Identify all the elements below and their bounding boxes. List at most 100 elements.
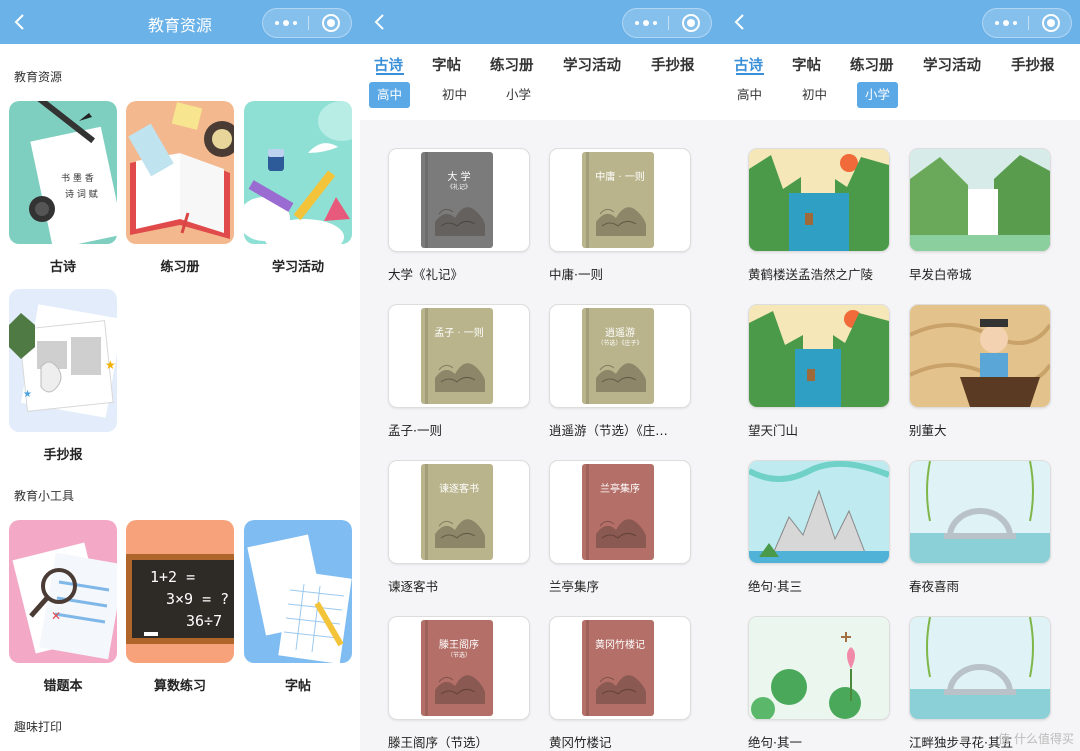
poem-card[interactable]: 黄冈竹楼记: [549, 616, 691, 720]
mini-program-capsule: [622, 8, 712, 38]
arithmetic-illustration: 1+2 = 3×9 = ? 36÷7: [126, 520, 234, 663]
poem-card[interactable]: [909, 148, 1051, 252]
tab-learning-activities[interactable]: 学习活动: [563, 54, 621, 75]
mistake-notebook-illustration: ✕: [9, 520, 117, 663]
poem-illustration: [749, 617, 889, 719]
book-title: 中庸 · 一则: [595, 172, 645, 183]
tab-ancient-poems[interactable]: 古诗: [734, 54, 763, 75]
more-menu-button[interactable]: [623, 9, 668, 37]
poem-card[interactable]: 孟子 · 一则: [388, 304, 530, 408]
book-cover: 兰亭集序: [582, 464, 654, 560]
book-title: 逍遥游: [605, 328, 635, 339]
back-button[interactable]: [372, 12, 388, 32]
poem-card[interactable]: [748, 148, 890, 252]
back-button[interactable]: [732, 12, 748, 32]
poem-illustration: 书 墨 香 诗 词 赋: [9, 101, 117, 244]
book-title: 兰亭集序: [600, 484, 640, 495]
math-line-3: 36÷7: [186, 612, 222, 630]
subtab-high-school[interactable]: 高中: [729, 82, 770, 108]
poem-illustration: [749, 305, 889, 407]
tile-label: 算数练习: [153, 679, 206, 694]
poem-card-label: 兰亭集序: [549, 579, 600, 594]
math-line-2: 3×9 = ?: [166, 590, 229, 608]
tab-copybook[interactable]: 字帖: [792, 54, 821, 75]
panel-education-home: 教育资源 教育资源 书 墨 香 诗 词 赋 古诗 练习册 学习活动 ★ ★ 手抄…: [0, 0, 360, 751]
tab-learning-activities[interactable]: 学习活动: [923, 54, 981, 75]
chevron-left-icon: [734, 14, 744, 30]
mini-program-capsule: [982, 8, 1072, 38]
subtab-primary-school[interactable]: 小学: [857, 82, 899, 108]
poem-card[interactable]: 大 学《礼记》: [388, 148, 530, 252]
navbar: [360, 0, 720, 44]
poem-card[interactable]: 中庸 · 一则: [549, 148, 691, 252]
more-menu-button[interactable]: [983, 9, 1028, 37]
tile-workbook[interactable]: 练习册: [126, 101, 234, 276]
poem-card[interactable]: [909, 616, 1051, 720]
more-menu-button[interactable]: [263, 9, 308, 37]
close-target-icon[interactable]: [682, 14, 700, 32]
category-tabs: 古诗 字帖 练习册 学习活动 手抄报 高中 初中 小学: [720, 44, 1080, 120]
book-title: 滕王阁序: [439, 640, 479, 651]
tile-mistake-notebook[interactable]: ✕ 错题本: [9, 520, 117, 695]
subtab-middle-school[interactable]: 初中: [794, 82, 835, 108]
tile-copybook[interactable]: 字帖: [244, 520, 352, 695]
poem-illustration: [910, 149, 1050, 251]
tile-arithmetic-practice[interactable]: 1+2 = 3×9 = ? 36÷7 算数练习: [126, 520, 234, 695]
navbar: [720, 0, 1080, 44]
copybook-illustration: [244, 520, 352, 663]
tab-handwritten-newspaper[interactable]: 手抄报: [1011, 54, 1055, 75]
close-target-icon[interactable]: [322, 14, 340, 32]
newspaper-illustration: ★ ★: [9, 289, 117, 432]
poem-card[interactable]: 逍遥游 （节选）《庄子》: [549, 304, 691, 408]
book-cover: 逍遥游 （节选）《庄子》: [582, 308, 654, 404]
subtab-high-school[interactable]: 高中: [369, 82, 411, 108]
poem-illustration: [910, 617, 1050, 719]
subtab-middle-school[interactable]: 初中: [434, 82, 475, 108]
tile-label: 学习活动: [271, 260, 324, 275]
tile-ancient-poems[interactable]: 书 墨 香 诗 词 赋 古诗: [9, 101, 117, 276]
tile-learning-activities[interactable]: 学习活动: [244, 101, 352, 276]
poem-card-label: 谏逐客书: [388, 579, 439, 594]
tab-ancient-poems[interactable]: 古诗: [374, 54, 403, 75]
poem-card[interactable]: [748, 304, 890, 408]
subtab-primary-school[interactable]: 小学: [498, 82, 539, 108]
close-target-icon[interactable]: [1042, 14, 1060, 32]
math-line-1: 1+2 =: [150, 568, 195, 586]
section-title-tools: 教育小工具: [14, 489, 75, 503]
more-dots-icon: [274, 21, 279, 25]
poem-card[interactable]: 兰亭集序: [549, 460, 691, 564]
book-cover: 黄冈竹楼记: [582, 620, 654, 716]
poem-card-label: 别董大: [909, 423, 947, 438]
poem-card[interactable]: [748, 616, 890, 720]
tab-workbook[interactable]: 练习册: [850, 54, 894, 75]
svg-text:★: ★: [23, 389, 32, 400]
book-subtitle: 《礼记》: [446, 184, 471, 191]
panel-poems-primary-school: 古诗 字帖 练习册 学习活动 手抄报 高中 初中 小学 黄鹤楼送孟浩然之广陵 早发…: [720, 0, 1080, 751]
tile-label: 古诗: [49, 260, 76, 275]
activities-illustration: [244, 101, 352, 244]
poem-card-label: 孟子·一则: [388, 423, 442, 438]
book-cover: 大 学《礼记》: [421, 152, 493, 248]
tile-label: 练习册: [160, 260, 200, 275]
tile-label: 字帖: [284, 679, 311, 694]
watermark: 值 什么值得买: [998, 732, 1074, 746]
tab-copybook[interactable]: 字帖: [432, 54, 461, 75]
poem-illustration: [749, 461, 889, 563]
svg-text:★: ★: [105, 358, 116, 372]
tab-workbook[interactable]: 练习册: [490, 54, 534, 75]
tile-label: 错题本: [43, 679, 83, 694]
poem-card[interactable]: 谏逐客书: [388, 460, 530, 564]
tab-handwritten-newspaper[interactable]: 手抄报: [651, 54, 695, 75]
poem-card[interactable]: [909, 460, 1051, 564]
book-title: 大 学: [447, 172, 471, 183]
active-tab-indicator: [736, 73, 764, 75]
tile-handwritten-newspaper[interactable]: ★ ★ 手抄报: [9, 289, 117, 464]
svg-text:✕: ✕: [51, 609, 61, 623]
chevron-left-icon: [374, 14, 384, 30]
poem-illustration: [910, 461, 1050, 563]
poem-card[interactable]: [748, 460, 890, 564]
section-title-fun-print: 趣味打印: [14, 720, 63, 734]
poem-card[interactable]: 滕王阁序 （节选）: [388, 616, 530, 720]
poem-card[interactable]: [909, 304, 1051, 408]
navbar: 教育资源: [0, 0, 360, 44]
